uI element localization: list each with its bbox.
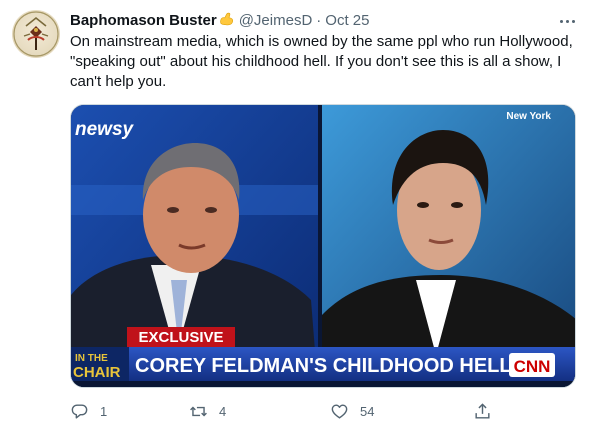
exclusive-badge: EXCLUSIVE [138, 329, 223, 346]
show-logo-bottom: CHAIR [73, 364, 121, 381]
retweet-icon [190, 406, 207, 416]
more-icon[interactable] [556, 12, 578, 30]
like-icon [331, 403, 348, 419]
reply-button[interactable]: 1 [70, 396, 107, 426]
tweet-date[interactable]: Oct 25 [325, 12, 369, 29]
cnn-logo: CNN [514, 357, 551, 376]
location-label: New York [506, 111, 551, 122]
tweet-actions: 1 4 54 [70, 396, 500, 426]
like-count: 54 [360, 403, 375, 419]
share-icon [475, 402, 490, 419]
retweet-button[interactable]: 4 [189, 396, 226, 426]
tweet-media-image[interactable]: newsy New York EXCLUSIVE IN THE CHAIR CO… [70, 104, 576, 388]
share-button[interactable] [473, 396, 492, 426]
separator: · [316, 12, 322, 29]
news-screenshot: newsy New York EXCLUSIVE IN THE CHAIR CO… [71, 105, 575, 387]
tweet-text: On mainstream media, which is owned by t… [70, 33, 573, 90]
reply-count: 1 [100, 403, 108, 419]
headline-chyron: COREY FELDMAN'S CHILDHOOD HELL [135, 355, 512, 377]
avatar[interactable] [12, 10, 60, 58]
author-name[interactable]: Baphomason Buster [70, 12, 217, 29]
author-handle[interactable]: @JeimesD [239, 12, 313, 29]
reply-icon [71, 403, 88, 419]
tweet-header: Baphomason Buster @JeimesD · Oct 25 [70, 11, 369, 31]
like-button[interactable]: 54 [330, 396, 374, 426]
flexed-biceps-icon [219, 12, 233, 26]
retweet-count: 4 [219, 403, 227, 419]
show-logo-top: IN THE [75, 353, 108, 364]
newsy-logo: newsy [75, 119, 135, 140]
tweet[interactable]: Baphomason Buster @JeimesD · Oct 25 On mai… [0, 0, 600, 438]
